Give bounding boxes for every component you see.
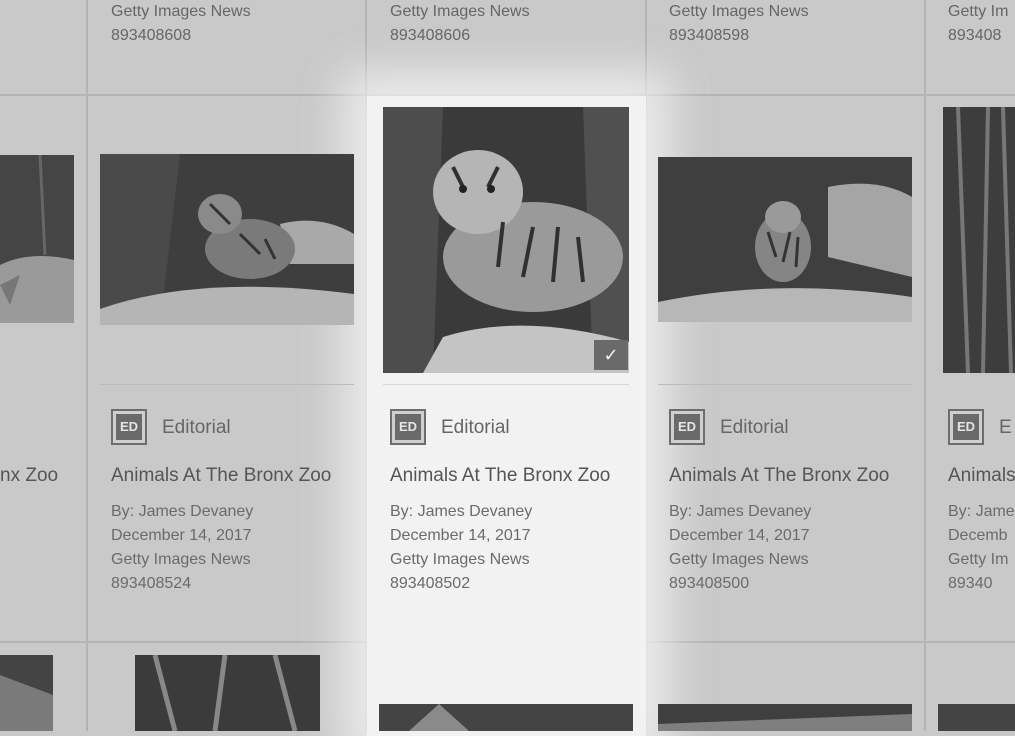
results-grid: Getty Images News 893408608 Getty Images… <box>0 0 1015 736</box>
check-icon: ✓ <box>603 344 619 365</box>
top-card-meta: Getty Im 893408 <box>948 0 1008 48</box>
byline: By: Jame <box>948 503 1015 520</box>
source-text: Getty Images News <box>669 3 809 20</box>
top-card-meta: Getty Images News 893408598 <box>669 0 809 48</box>
card-title[interactable]: Animals At The Bronx Zoo <box>390 465 610 487</box>
asset-type-label: Editorial <box>720 417 789 438</box>
source-text: Getty Im <box>948 3 1009 20</box>
tiger-thumbnail[interactable] <box>0 655 53 731</box>
asset-id: 893408 <box>948 27 1002 44</box>
source-text: Getty Images News <box>390 3 530 20</box>
asset-id: 893408524 <box>111 575 192 592</box>
asset-id: 893408598 <box>669 27 750 44</box>
column-divider <box>86 0 88 731</box>
tiger-thumbnail[interactable] <box>658 704 912 731</box>
top-card-meta: Getty Images News 893408606 <box>390 0 530 48</box>
column-divider <box>924 0 926 731</box>
source-text: Getty Images News <box>669 551 809 568</box>
asset-type-label: Editorial <box>162 417 231 438</box>
tiger-thumbnail-selected[interactable] <box>383 107 629 373</box>
asset-id: 893408608 <box>111 27 192 44</box>
card-meta: By: James Devaney December 14, 2017 Gett… <box>111 500 253 596</box>
card-meta: By: Jame Decemb Getty Im 89340 <box>948 500 1015 596</box>
card-title[interactable]: Animals <box>948 465 1015 487</box>
editorial-badge-icon: ED <box>111 409 147 445</box>
tiger-thumbnail[interactable] <box>0 155 74 323</box>
date: December 14, 2017 <box>390 527 531 544</box>
tiger-thumbnail[interactable] <box>100 154 354 325</box>
card-title[interactable]: Animals At The Bronx Zoo <box>669 465 889 487</box>
byline: By: James Devaney <box>669 503 812 520</box>
tiger-thumbnail[interactable] <box>658 157 912 322</box>
asset-id: 89340 <box>948 575 993 592</box>
card-divider <box>658 384 912 385</box>
selected-check-badge[interactable]: ✓ <box>594 340 628 370</box>
source-text: Getty Images News <box>390 551 530 568</box>
tiger-thumbnail[interactable] <box>938 704 1015 731</box>
source-text: Getty Images News <box>111 551 251 568</box>
asset-type-label: Editorial <box>441 417 510 438</box>
editorial-badge-icon: ED <box>390 409 426 445</box>
asset-id: 893408502 <box>390 575 471 592</box>
date: December 14, 2017 <box>111 527 252 544</box>
editorial-badge-icon: ED <box>948 409 984 445</box>
source-text: Getty Images News <box>111 3 251 20</box>
tiger-thumbnail[interactable] <box>943 107 1015 373</box>
top-card-meta: Getty Images News 893408608 <box>111 0 251 48</box>
asset-type-label: E <box>999 417 1012 438</box>
tiger-thumbnail[interactable] <box>135 655 320 731</box>
byline: By: James Devaney <box>111 503 254 520</box>
date: December 14, 2017 <box>669 527 810 544</box>
asset-id: 893408606 <box>390 27 471 44</box>
editorial-badge-icon: ED <box>669 409 705 445</box>
asset-id: 893408500 <box>669 575 750 592</box>
card-title[interactable]: nx Zoo <box>0 465 58 487</box>
card-divider <box>100 384 354 385</box>
tiger-thumbnail[interactable] <box>379 704 633 731</box>
card-meta: By: James Devaney December 14, 2017 Gett… <box>390 500 532 596</box>
card-meta: By: James Devaney December 14, 2017 Gett… <box>669 500 811 596</box>
date: Decemb <box>948 527 1008 544</box>
card-title[interactable]: Animals At The Bronx Zoo <box>111 465 331 487</box>
byline: By: James Devaney <box>390 503 533 520</box>
source-text: Getty Im <box>948 551 1009 568</box>
card-divider <box>383 384 629 385</box>
